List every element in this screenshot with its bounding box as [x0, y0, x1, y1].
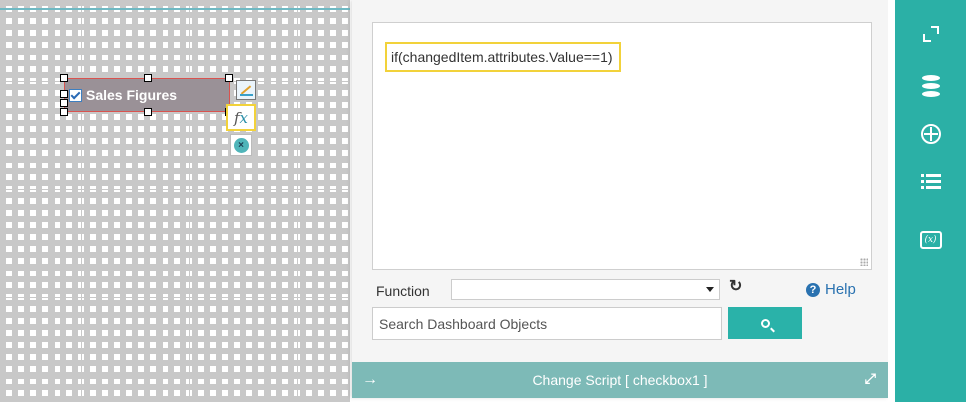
script-editor[interactable]: if(changedItem.attributes.Value==1) [372, 22, 872, 270]
fullscreen-icon[interactable]: ⤢ [865, 370, 876, 387]
script-code-line[interactable]: if(changedItem.attributes.Value==1) [385, 42, 621, 72]
toolbar-list-button[interactable] [895, 162, 966, 202]
editor-resize-grip-icon[interactable] [860, 258, 868, 266]
fx-icon-f: f [233, 108, 240, 127]
resize-handle-bottom-right[interactable] [225, 108, 233, 116]
close-icon: × [233, 137, 249, 153]
edit-script-fx-button[interactable]: fx [226, 104, 256, 131]
chevron-down-icon [706, 287, 714, 292]
search-dashboard-objects-input[interactable] [372, 307, 722, 340]
help-label: Help [825, 281, 856, 298]
function-label: Function [376, 283, 430, 299]
canvas-top-border [0, 8, 350, 10]
fx-icon-x: x [239, 108, 249, 127]
toolbar-expand-button[interactable] [895, 14, 966, 54]
sales-figures-checkbox-widget[interactable]: Sales Figures [64, 78, 230, 112]
resize-handle-bottom[interactable] [144, 108, 152, 116]
toolbar-function-button[interactable]: (x) [895, 220, 966, 260]
change-script-dialog: if(changedItem.attributes.Value==1) Func… [352, 0, 889, 398]
database-icon [921, 75, 940, 97]
help-link[interactable]: ? Help [806, 281, 856, 298]
globe-icon [920, 124, 941, 144]
expand-icon [922, 26, 939, 42]
search-button[interactable] [728, 307, 802, 339]
resize-handle-bottom-left[interactable] [60, 108, 68, 116]
toolbar-globe-button[interactable] [895, 114, 966, 154]
list-icon [920, 174, 941, 190]
toolbar-divider [888, 0, 895, 402]
edit-properties-icon[interactable] [236, 80, 256, 100]
resize-handle-top-left[interactable] [60, 74, 68, 82]
refresh-icon[interactable]: ↻ [729, 279, 745, 295]
dialog-title: Change Script [ checkbox1 ] [532, 372, 708, 388]
widget-label: Sales Figures [86, 87, 178, 103]
resize-handle-top-right[interactable] [225, 74, 233, 82]
delete-widget-button[interactable]: × [230, 134, 252, 156]
resize-handle-left[interactable] [60, 99, 68, 107]
toolbar-data-button[interactable] [895, 66, 966, 106]
question-circle-icon: ? [806, 282, 820, 297]
resize-handle-left-upper[interactable] [60, 90, 68, 98]
function-icon: (x) [919, 231, 942, 249]
design-canvas[interactable]: Sales Figures fx × [0, 0, 350, 402]
checkbox-checked-icon[interactable] [69, 88, 82, 102]
search-icon [760, 318, 770, 328]
resize-handle-top[interactable] [144, 74, 152, 82]
function-select[interactable] [451, 279, 720, 300]
right-toolbar: (x) [888, 0, 966, 402]
dialog-footer-bar: → Change Script [ checkbox1 ] ⤢ [352, 362, 888, 398]
